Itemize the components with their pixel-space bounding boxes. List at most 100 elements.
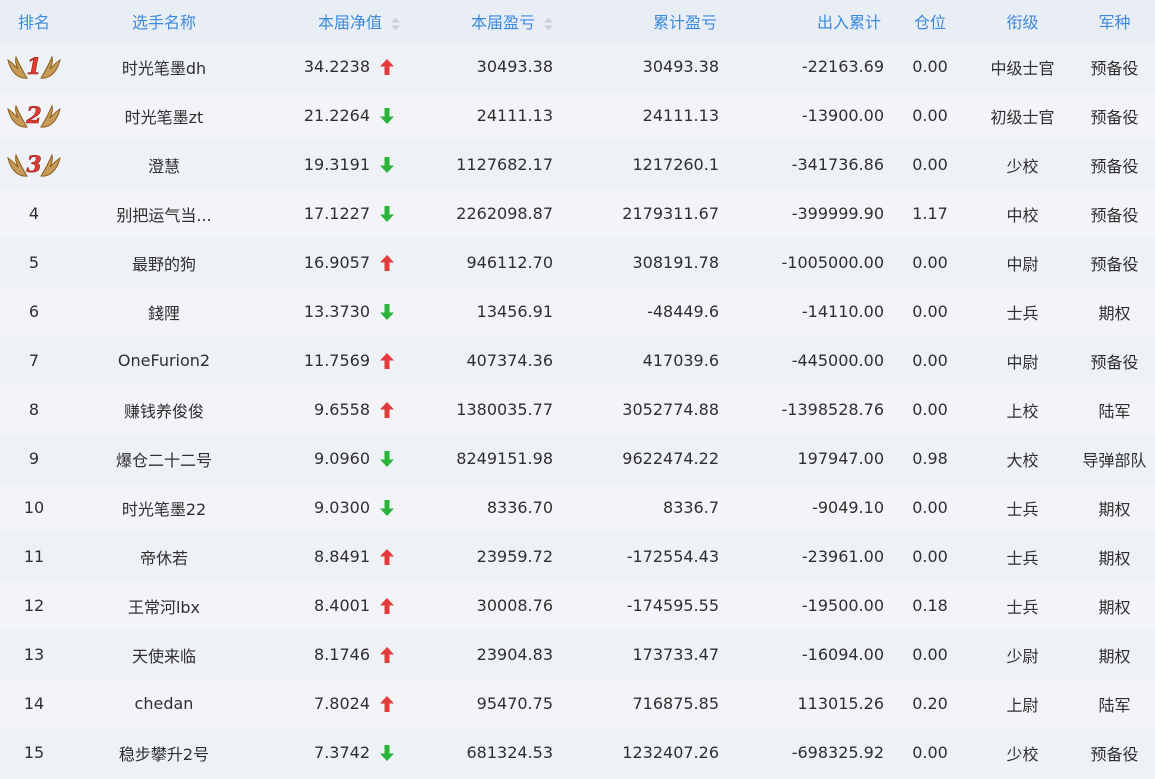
cum-pnl-cell: 9622474.22 <box>622 449 719 468</box>
pnl-cell: 23959.72 <box>476 547 553 566</box>
nav-cell: 16.9057 <box>260 238 405 287</box>
branch-cell: 期权 <box>1098 646 1131 666</box>
table-row[interactable]: 4 别把运气当... 17.1227 2262098.87 2179311.67 -399… <box>0 189 1155 238</box>
flow-cell: -16094.00 <box>801 645 884 664</box>
nav-value: 9.0960 <box>314 449 370 468</box>
flow-cell: 113015.26 <box>797 694 884 713</box>
rank-cell: 10 <box>23 498 45 517</box>
medal-icon: 1 <box>6 50 62 84</box>
header-branch: 军种 <box>1098 13 1131 32</box>
table-row[interactable]: 1 时光笔墨dh 34.2238 30493.38 30493.38 -22163.69 0… <box>0 42 1155 91</box>
rank-cell: 11 <box>23 547 45 566</box>
header-position: 仓位 <box>913 13 946 32</box>
player-name[interactable]: 赚钱养俊俊 <box>68 385 260 434</box>
player-name[interactable]: chedan <box>68 679 260 728</box>
table-row[interactable]: 14 chedan 7.8024 95470.75 716875.85 113015.26… <box>0 679 1155 728</box>
down-arrow-icon <box>379 303 397 321</box>
header-name: 选手名称 <box>131 13 196 32</box>
leaderboard-table: 排名 选手名称 本届净值 本届盈亏 累计盈亏 出入累计 仓位 衔级 军种 1 时光… <box>0 0 1155 777</box>
nav-cell: 9.0960 <box>260 434 405 483</box>
branch-cell: 预备役 <box>1090 205 1139 225</box>
player-name[interactable]: 錢䧉 <box>68 287 260 336</box>
player-name[interactable]: 最野的狗 <box>68 238 260 287</box>
rank-cell: 6 <box>28 302 40 321</box>
table-row[interactable]: 11 帝休若 8.8491 23959.72 -172554.43 -23961.00 0.… <box>0 532 1155 581</box>
position-cell: 0.18 <box>912 596 948 615</box>
branch-cell: 期权 <box>1098 303 1131 323</box>
sort-icon[interactable] <box>544 17 553 31</box>
table-row[interactable]: 7 OneFurion2 11.7569 407374.36 417039.6 -4450… <box>0 336 1155 385</box>
position-cell: 0.00 <box>912 400 948 419</box>
player-name[interactable]: 时光笔墨22 <box>68 483 260 532</box>
table-row[interactable]: 12 王常河lbx 8.4001 30008.76 -174595.55 -19500.0… <box>0 581 1155 630</box>
cum-pnl-cell: 1232407.26 <box>622 743 719 762</box>
rank-cell: 13 <box>23 645 45 664</box>
player-name[interactable]: 澄慧 <box>68 140 260 189</box>
header-rank: 排名 <box>17 13 50 32</box>
up-arrow-icon <box>379 401 397 419</box>
header-pnl-label: 本届盈亏 <box>470 13 535 32</box>
position-cell: 0.20 <box>912 694 948 713</box>
table-row[interactable]: 13 天使来临 8.1746 23904.83 173733.47 -16094.00 0.… <box>0 630 1155 679</box>
nav-cell: 7.3742 <box>260 728 405 777</box>
branch-cell: 陆军 <box>1098 401 1131 421</box>
title-cell: 少校 <box>1006 156 1039 176</box>
player-name[interactable]: OneFurion2 <box>68 336 260 385</box>
nav-cell: 11.7569 <box>260 336 405 385</box>
header-cum-pnl: 累计盈亏 <box>652 13 717 32</box>
svg-text:2: 2 <box>25 103 41 129</box>
nav-cell: 9.0300 <box>260 483 405 532</box>
sort-icon[interactable] <box>391 17 400 31</box>
title-cell: 大校 <box>1006 450 1039 470</box>
title-cell: 少尉 <box>1006 646 1039 666</box>
header-pnl[interactable]: 本届盈亏 <box>405 0 565 42</box>
title-cell: 中校 <box>1006 205 1039 225</box>
table-row[interactable]: 15 稳步攀升2号 7.3742 681324.53 1232407.26 -698325… <box>0 728 1155 777</box>
table-row[interactable]: 9 爆仓二十二号 9.0960 8249151.98 9622474.22 197947.… <box>0 434 1155 483</box>
position-cell: 0.98 <box>912 449 948 468</box>
flow-cell: -445000.00 <box>791 351 884 370</box>
player-name[interactable]: 爆仓二十二号 <box>68 434 260 483</box>
flow-cell: -9049.10 <box>812 498 884 517</box>
position-cell: 0.00 <box>912 743 948 762</box>
nav-value: 8.1746 <box>314 645 370 664</box>
rank-medal: 1 <box>0 42 68 91</box>
player-name[interactable]: 时光笔墨zt <box>68 91 260 140</box>
down-arrow-icon <box>379 499 397 517</box>
table-row[interactable]: 10 时光笔墨22 9.0300 8336.70 8336.7 -9049.10 0.00 士… <box>0 483 1155 532</box>
flow-cell: -1005000.00 <box>781 253 884 272</box>
up-arrow-icon <box>379 254 397 272</box>
rank-cell: 8 <box>28 400 40 419</box>
table-row[interactable]: 8 赚钱养俊俊 9.6558 1380035.77 3052774.88 -1398528… <box>0 385 1155 434</box>
branch-cell: 预备役 <box>1090 744 1139 764</box>
header-nav[interactable]: 本届净值 <box>260 0 405 42</box>
branch-cell: 预备役 <box>1090 254 1139 274</box>
cum-pnl-cell: -48449.6 <box>647 302 719 321</box>
up-arrow-icon <box>379 646 397 664</box>
player-name[interactable]: 稳步攀升2号 <box>68 728 260 777</box>
nav-cell: 34.2238 <box>260 42 405 91</box>
player-name[interactable]: 王常河lbx <box>68 581 260 630</box>
player-name[interactable]: 帝休若 <box>68 532 260 581</box>
up-arrow-icon <box>379 695 397 713</box>
table-row[interactable]: 3 澄慧 19.3191 1127682.17 1217260.1 -341736.86 0… <box>0 140 1155 189</box>
pnl-cell: 13456.91 <box>476 302 553 321</box>
pnl-cell: 30008.76 <box>476 596 553 615</box>
rank-cell: 12 <box>23 596 45 615</box>
svg-text:1: 1 <box>26 54 41 80</box>
position-cell: 0.00 <box>912 302 948 321</box>
position-cell: 0.00 <box>912 547 948 566</box>
cum-pnl-cell: 308191.78 <box>632 253 719 272</box>
player-name[interactable]: 别把运气当... <box>68 189 260 238</box>
table-row[interactable]: 6 錢䧉 13.3730 13456.91 -48449.6 -14110.00 0.00 士… <box>0 287 1155 336</box>
table-row[interactable]: 2 时光笔墨zt 21.2264 24111.13 24111.13 -13900.00 0… <box>0 91 1155 140</box>
nav-cell: 19.3191 <box>260 140 405 189</box>
nav-value: 7.3742 <box>314 743 370 762</box>
pnl-cell: 24111.13 <box>476 106 553 125</box>
rank-medal: 3 <box>0 140 68 189</box>
player-name[interactable]: 时光笔墨dh <box>68 42 260 91</box>
position-cell: 1.17 <box>912 204 948 223</box>
table-row[interactable]: 5 最野的狗 16.9057 946112.70 308191.78 -1005000.0… <box>0 238 1155 287</box>
player-name[interactable]: 天使来临 <box>68 630 260 679</box>
up-arrow-icon <box>379 548 397 566</box>
